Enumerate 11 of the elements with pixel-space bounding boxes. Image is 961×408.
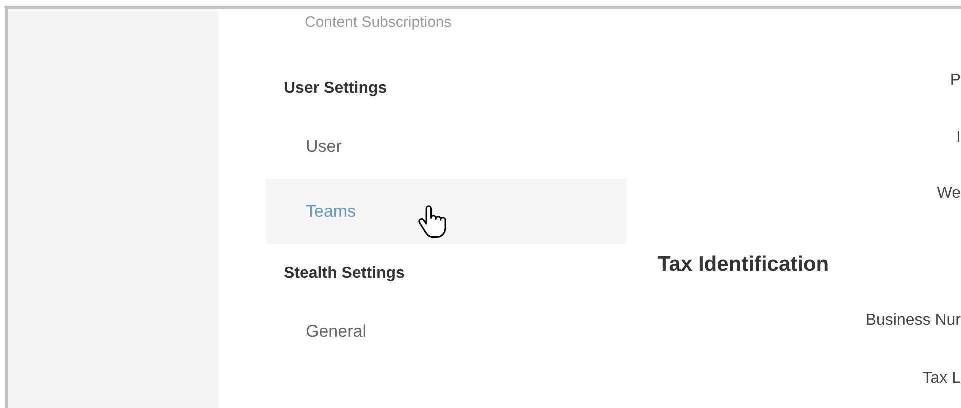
field-label: Business Nur [866, 310, 961, 331]
section-title: Tax Identification [658, 252, 830, 278]
hand-cursor-icon [418, 205, 448, 241]
section-heading: User Settings [284, 79, 388, 99]
sidebar-item[interactable]: General [266, 299, 627, 364]
field-label: I [956, 128, 961, 148]
field-label: We [937, 184, 961, 204]
field-label: Tax L [922, 368, 961, 389]
section-heading: Stealth Settings [284, 264, 405, 284]
sidebar-item[interactable]: User [266, 114, 627, 179]
field-label: P [950, 71, 961, 92]
